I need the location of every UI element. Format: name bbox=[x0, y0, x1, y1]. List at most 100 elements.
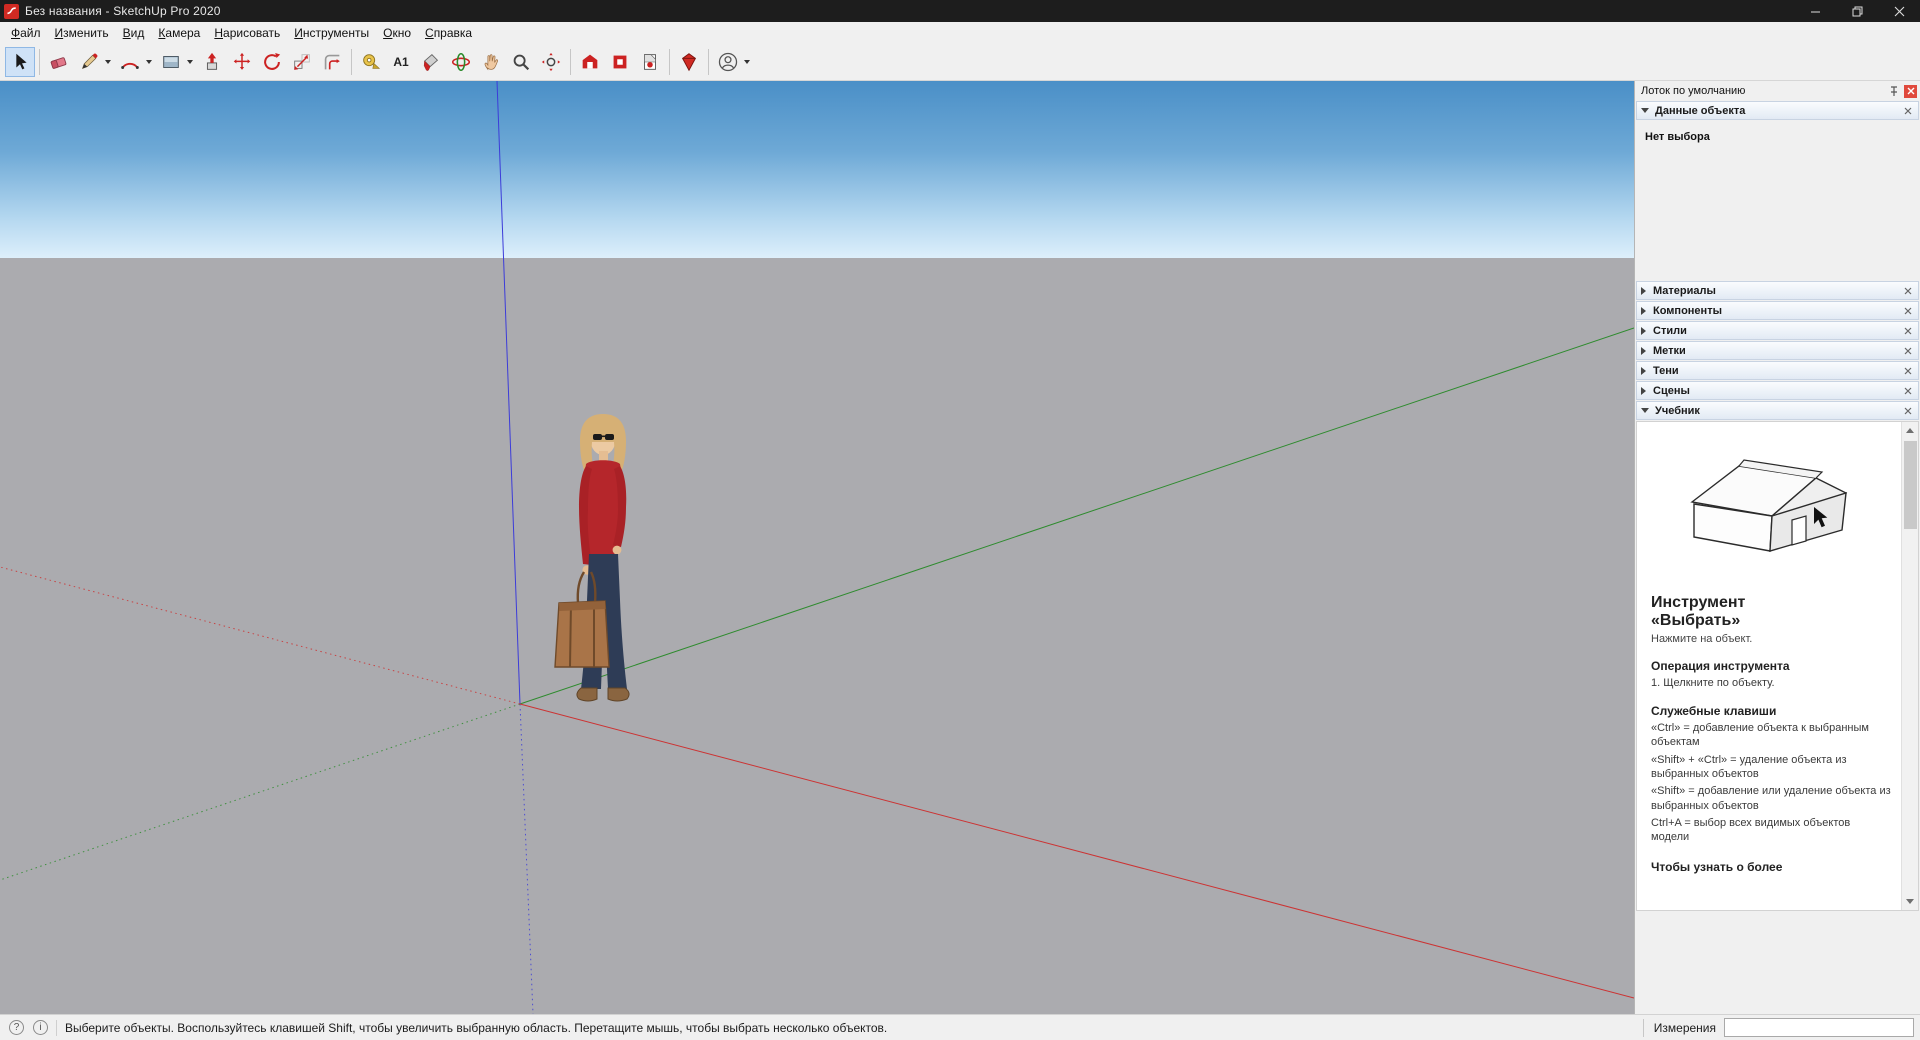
shapes-tool-dropdown[interactable] bbox=[187, 60, 193, 64]
scale-tool-button[interactable] bbox=[287, 47, 317, 77]
scroll-up-button[interactable] bbox=[1902, 422, 1919, 439]
close-button[interactable] bbox=[1878, 0, 1920, 22]
offset-tool-button[interactable] bbox=[317, 47, 347, 77]
section-close-icon[interactable] bbox=[1902, 385, 1914, 397]
line-tool-dropdown[interactable] bbox=[105, 60, 111, 64]
eraser-tool-button[interactable] bbox=[44, 47, 74, 77]
offset-icon bbox=[321, 51, 343, 73]
measurements-input[interactable] bbox=[1724, 1018, 1914, 1037]
instructor-scrollbar[interactable] bbox=[1901, 422, 1918, 910]
share-model-button[interactable] bbox=[674, 47, 704, 77]
model-viewport[interactable] bbox=[0, 81, 1634, 1014]
info-circle-icon[interactable]: i bbox=[33, 1020, 48, 1035]
section-close-icon[interactable] bbox=[1902, 105, 1914, 117]
3d-warehouse-button[interactable] bbox=[575, 47, 605, 77]
axis-red-dotted bbox=[0, 567, 520, 704]
default-tray-panel: Лоток по умолчанию Данные объекта Нет вы… bbox=[1634, 81, 1920, 1014]
menu-draw[interactable]: Нарисовать bbox=[207, 24, 287, 42]
toolbar: A1 bbox=[0, 44, 1920, 81]
expand-arrow-icon bbox=[1641, 347, 1646, 355]
section-scenes[interactable]: Сцены bbox=[1636, 381, 1919, 400]
menu-help[interactable]: Справка bbox=[418, 24, 479, 42]
section-materials[interactable]: Материалы bbox=[1636, 281, 1919, 300]
section-label: Компоненты bbox=[1653, 305, 1902, 317]
axis-red-solid bbox=[520, 704, 1634, 998]
scrollbar-thumb[interactable] bbox=[1904, 441, 1917, 529]
section-instructor[interactable]: Учебник bbox=[1636, 401, 1919, 420]
menu-tools[interactable]: Инструменты bbox=[287, 24, 376, 42]
section-close-icon[interactable] bbox=[1902, 405, 1914, 417]
status-divider bbox=[56, 1020, 57, 1036]
modifier-line: «Ctrl» = добавление объекта к выбранным … bbox=[1651, 721, 1891, 750]
axis-green-dotted bbox=[0, 704, 520, 880]
measurements-label: Измерения bbox=[1654, 1021, 1716, 1035]
shapes-tool-button[interactable] bbox=[156, 47, 186, 77]
tray-header: Лоток по умолчанию bbox=[1635, 81, 1920, 101]
zoom-extents-button[interactable] bbox=[536, 47, 566, 77]
zoom-tool-button[interactable] bbox=[506, 47, 536, 77]
menu-camera[interactable]: Камера bbox=[151, 24, 207, 42]
modifier-line: Ctrl+A = выбор всех видимых объектов мод… bbox=[1651, 816, 1891, 845]
line-tool-button[interactable] bbox=[74, 47, 104, 77]
status-message: Выберите объекты. Воспользуйтесь клавише… bbox=[65, 1021, 887, 1035]
scrollbar-track[interactable] bbox=[1902, 439, 1919, 893]
zoom-extents-icon bbox=[540, 51, 562, 73]
tray-close-button[interactable] bbox=[1904, 85, 1917, 98]
orbit-icon bbox=[450, 51, 472, 73]
pan-tool-button[interactable] bbox=[476, 47, 506, 77]
help-circle-icon[interactable]: ? bbox=[9, 1020, 24, 1035]
push-pull-icon bbox=[201, 51, 223, 73]
app-logo-icon bbox=[4, 4, 19, 19]
section-styles[interactable]: Стили bbox=[1636, 321, 1919, 340]
instructor-subtitle: Нажмите на объект. bbox=[1651, 633, 1891, 645]
send-to-layout-button[interactable] bbox=[635, 47, 665, 77]
3d-warehouse-icon bbox=[579, 51, 601, 73]
extension-warehouse-icon bbox=[609, 51, 631, 73]
section-close-icon[interactable] bbox=[1902, 305, 1914, 317]
section-components[interactable]: Компоненты bbox=[1636, 301, 1919, 320]
menu-view[interactable]: Вид bbox=[116, 24, 152, 42]
scale-figure[interactable] bbox=[555, 414, 629, 701]
section-entity-info[interactable]: Данные объекта bbox=[1636, 101, 1919, 120]
arc-icon bbox=[119, 51, 141, 73]
arc-tool-dropdown[interactable] bbox=[146, 60, 152, 64]
move-tool-button[interactable] bbox=[227, 47, 257, 77]
expand-arrow-icon bbox=[1641, 327, 1646, 335]
window-title: Без названия - SketchUp Pro 2020 bbox=[25, 4, 221, 18]
layout-page-icon bbox=[639, 51, 661, 73]
section-shadows[interactable]: Тени bbox=[1636, 361, 1919, 380]
text-tool-button[interactable]: A1 bbox=[386, 47, 416, 77]
section-close-icon[interactable] bbox=[1902, 285, 1914, 297]
paint-bucket-tool-button[interactable] bbox=[416, 47, 446, 77]
section-close-icon[interactable] bbox=[1902, 365, 1914, 377]
operation-step: 1. Щелкните по объекту. bbox=[1651, 676, 1891, 690]
scroll-down-button[interactable] bbox=[1902, 893, 1919, 910]
sign-in-button[interactable] bbox=[713, 47, 743, 77]
sign-in-dropdown[interactable] bbox=[744, 60, 750, 64]
menu-window[interactable]: Окно bbox=[376, 24, 418, 42]
menu-file[interactable]: Файл bbox=[4, 24, 48, 42]
orbit-tool-button[interactable] bbox=[446, 47, 476, 77]
scene-canvas bbox=[0, 81, 1634, 1014]
section-close-icon[interactable] bbox=[1902, 345, 1914, 357]
select-tool-button[interactable] bbox=[5, 47, 35, 77]
push-pull-tool-button[interactable] bbox=[197, 47, 227, 77]
maximize-button[interactable] bbox=[1836, 0, 1878, 22]
menu-edit[interactable]: Изменить bbox=[48, 24, 116, 42]
scroll-down-icon bbox=[1906, 899, 1914, 904]
pencil-icon bbox=[78, 51, 100, 73]
section-close-icon[interactable] bbox=[1902, 325, 1914, 337]
section-label: Данные объекта bbox=[1655, 105, 1902, 117]
status-divider bbox=[1643, 1019, 1644, 1037]
arc-tool-button[interactable] bbox=[115, 47, 145, 77]
extension-warehouse-button[interactable] bbox=[605, 47, 635, 77]
tape-measure-tool-button[interactable] bbox=[356, 47, 386, 77]
section-label: Сцены bbox=[1653, 385, 1902, 397]
modifier-line: «Shift» = добавление или удаление объект… bbox=[1651, 784, 1891, 813]
section-tags[interactable]: Метки bbox=[1636, 341, 1919, 360]
rotate-tool-button[interactable] bbox=[257, 47, 287, 77]
pin-icon[interactable] bbox=[1888, 85, 1900, 97]
tape-measure-icon bbox=[360, 51, 382, 73]
sketchup-window: Без названия - SketchUp Pro 2020 Файл Из… bbox=[0, 0, 1920, 1040]
minimize-button[interactable] bbox=[1794, 0, 1836, 22]
